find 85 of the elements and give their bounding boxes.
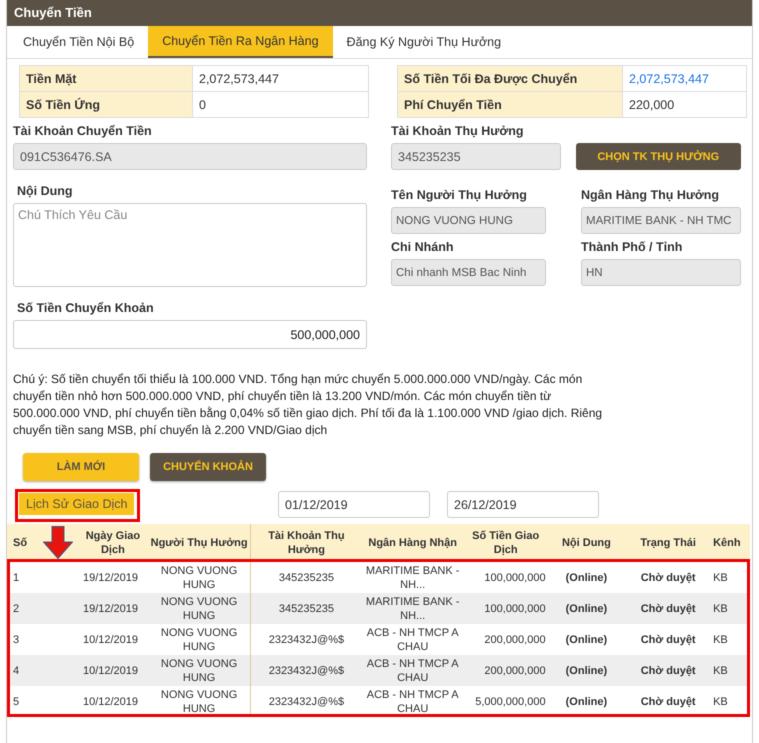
value-cell: 2,072,573,447: [622, 66, 746, 92]
input-field[interactable]: 345235235: [391, 143, 560, 170]
table-cell: KB: [711, 655, 750, 686]
input-field[interactable]: Chi nhanh MSB Bac Ninh: [391, 259, 546, 286]
window-title: Chuyển Tiền: [7, 0, 752, 26]
table-cell: 345235235: [250, 593, 362, 624]
table-cell: 10/12/2019: [44, 686, 148, 717]
table-cell: ACB - NH TMCP A CHAU: [362, 686, 464, 717]
table-cell: 100,000,000: [464, 593, 548, 624]
field-label: Tài Khoản Thụ Hưởng: [391, 124, 525, 138]
table-cell: (Online): [548, 624, 626, 655]
label-cell: Phí Chuyển Tiền: [398, 92, 622, 118]
choose-account-button[interactable]: CHỌN TK THỤ HƯỞNG: [576, 143, 741, 170]
column-header: Số: [7, 524, 44, 562]
table-cell: NONG VUONG HUNG: [148, 686, 251, 717]
table-cell: KB: [711, 562, 750, 593]
table-cell: Chờ duyệt: [625, 655, 712, 686]
action-button[interactable]: CHUYỂN KHOẢN: [150, 453, 266, 481]
table-cell: KB: [711, 624, 750, 655]
table-cell: Chờ duyệt: [625, 686, 712, 717]
table-cell: MARITIME BANK - NH...: [362, 562, 464, 593]
table-cell: 2323432J@%$: [250, 655, 362, 686]
table-cell: 2323432J@%$: [250, 686, 362, 717]
label-cell: Số Tiền Tối Đa Được Chuyển: [398, 66, 622, 92]
input-field[interactable]: HN: [581, 259, 741, 286]
table-cell: (Online): [548, 655, 626, 686]
value-cell: 220,000: [622, 92, 746, 118]
table-cell: 19/12/2019: [44, 562, 148, 593]
table-cell: 19/12/2019: [44, 593, 148, 624]
input-field[interactable]: NONG VUONG HUNG: [391, 207, 546, 234]
table-cell: KB: [711, 686, 750, 717]
column-header: Ngân Hàng Nhận: [362, 524, 464, 562]
note-text: Chú ý: Số tiền chuyển tối thiểu là 100.000 VND. Tổng hạn mức chuyển 5.000.000.000 VND/ngày. Các món chuyển tiền nhỏ hơn 500.000.000 VND, phí chuyển tiền là 13.200 VND/món. Các món chuyển tiền từ 500.000.000 VND, phí chuyển tiền bằng 0,04% số tiền giao dịch. Phí tối đa là 1.100.000 VND /giao dịch. Riêng chuyển tiền sang MSB, phí chuyển là 2.200 VND/Giao dịch: [13, 371, 604, 439]
table-cell: 2: [7, 593, 44, 624]
date-field[interactable]: 26/12/2019: [447, 490, 599, 518]
input-field[interactable]: MARITIME BANK - NH TMC: [581, 207, 741, 234]
amount-field[interactable]: 500,000,000: [13, 320, 367, 349]
table-cell: Chờ duyệt: [625, 624, 712, 655]
label-cell: Số Tiền Ứng: [20, 92, 192, 118]
table-cell: 10/12/2019: [44, 655, 148, 686]
tab[interactable]: Chuyển Tiền Ra Ngân Hàng: [148, 26, 333, 58]
field-label: Thành Phố / Tỉnh: [581, 240, 684, 254]
table-cell: NONG VUONG HUNG: [148, 624, 251, 655]
column-header: Tài Khoản Thụ Hưởng: [250, 524, 362, 562]
table-cell: 1: [7, 562, 44, 593]
table-cell: MARITIME BANK - NH...: [362, 593, 464, 624]
content-textarea[interactable]: Chú Thích Yêu Cầu: [13, 203, 367, 287]
action-button[interactable]: LÀM MỚI: [23, 453, 139, 481]
table-cell: ACB - NH TMCP A CHAU: [362, 655, 464, 686]
table-cell: NONG VUONG HUNG: [148, 655, 251, 686]
table-cell: (Online): [548, 593, 626, 624]
field-label: Tên Người Thụ Hưởng: [391, 188, 528, 202]
field-label: Chi Nhánh: [391, 240, 454, 254]
column-header: Số Tiền Giao Dịch: [464, 524, 548, 562]
column-header: Kênh: [711, 524, 750, 562]
field-label: Nội Dung: [17, 184, 74, 198]
table-cell: 5,000,000,000: [464, 686, 548, 717]
column-header: Trạng Thái: [625, 524, 712, 562]
down-arrow-icon: [43, 526, 73, 559]
table-cell: 4: [7, 655, 44, 686]
table-cell: 10/12/2019: [44, 624, 148, 655]
table-cell: Chờ duyệt: [625, 593, 712, 624]
value-cell: 0: [192, 92, 368, 118]
input-field[interactable]: 091C536476.SA: [13, 143, 367, 170]
date-field[interactable]: 01/12/2019: [278, 490, 430, 518]
table-cell: (Online): [548, 562, 626, 593]
table-cell: Chờ duyệt: [625, 562, 712, 593]
history-button[interactable]: Lịch Sử Giao Dịch: [19, 493, 134, 515]
table-cell: 100,000,000: [464, 562, 548, 593]
field-label: Ngân Hàng Thụ Hưởng: [581, 188, 720, 202]
table-cell: 5: [7, 686, 44, 717]
table-cell: NONG VUONG HUNG: [148, 593, 251, 624]
table-cell: KB: [711, 593, 750, 624]
value-cell: 2,072,573,447: [192, 66, 368, 92]
label-cell: Tiền Mặt: [20, 66, 192, 92]
table-cell: 3: [7, 624, 44, 655]
table-cell: 200,000,000: [464, 655, 548, 686]
table-cell: ACB - NH TMCP A CHAU: [362, 624, 464, 655]
column-header: Nội Dung: [548, 524, 626, 562]
table-cell: 200,000,000: [464, 624, 548, 655]
field-label: Số Tiền Chuyển Khoản: [17, 301, 155, 315]
table-cell: NONG VUONG HUNG: [148, 562, 251, 593]
table-cell: (Online): [548, 686, 626, 717]
column-header: Người Thụ Hưởng: [148, 524, 251, 562]
field-label: Tài Khoản Chuyển Tiền: [13, 124, 153, 138]
